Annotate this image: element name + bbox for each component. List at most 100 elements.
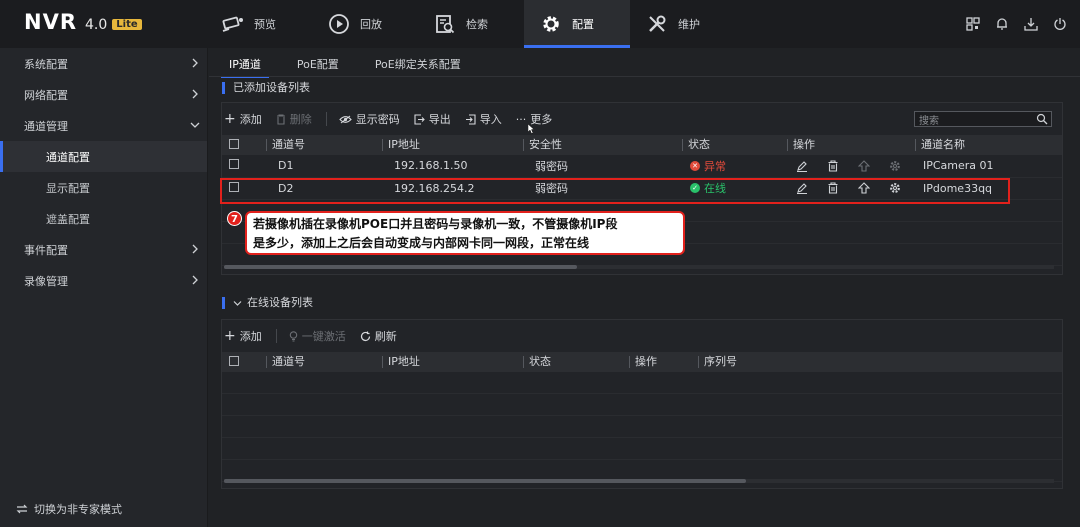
sidebar-item-network[interactable]: 网络配置: [0, 79, 207, 110]
sidebar-item-label: 录像管理: [24, 274, 68, 288]
qr-code-icon[interactable]: [964, 15, 981, 32]
sidebar-item-label: 通道管理: [24, 119, 68, 133]
chevron-right-icon: [192, 89, 198, 99]
sidebar-subitem-mask-config[interactable]: 遮盖配置: [0, 203, 207, 234]
add-button[interactable]: + 添加: [224, 328, 262, 344]
empty-row: [222, 372, 1062, 394]
table-row[interactable]: D1 192.168.1.50 弱密码 ✕ 异常 IPCamera 01: [222, 155, 1062, 178]
sidebar-item-event[interactable]: 事件配置: [0, 234, 207, 265]
cell-security: 弱密码: [523, 155, 682, 178]
callout-line: 是多少，添加上之后会自动变成与内部网卡同一网段，正常在线: [253, 236, 590, 250]
search-placeholder: 搜索: [919, 115, 939, 127]
row-checkbox-cell: [222, 155, 266, 178]
cell-operations: [787, 155, 915, 178]
toolbar-divider: [325, 112, 327, 126]
select-all-checkbox[interactable]: [229, 355, 239, 366]
top-right-icons: [964, 15, 1068, 32]
select-all-checkbox[interactable]: [229, 138, 239, 149]
plus-icon: +: [224, 111, 236, 127]
mode-switch-label: 切换为非专家模式: [34, 503, 122, 516]
horizontal-scrollbar[interactable]: [224, 265, 1054, 269]
scrollbar-thumb[interactable]: [224, 479, 746, 483]
scrollbar-thumb[interactable]: [224, 265, 577, 269]
sidebar-item-label: 遮盖配置: [46, 212, 90, 226]
column-header: IP地址: [382, 139, 523, 151]
sidebar-item-system[interactable]: 系统配置: [0, 48, 207, 79]
nav-config[interactable]: 配置: [524, 0, 630, 48]
nav-preview[interactable]: 预览: [206, 0, 312, 48]
tab-ip-channel[interactable]: IP通道: [217, 56, 273, 78]
import-label: 导入: [479, 113, 502, 126]
sidebar-item-label: 通道配置: [46, 150, 90, 164]
table-header-row: 通道号 IP地址 安全性 状态 操作 通道名称: [222, 135, 1062, 155]
online-devices-panel: + 添加 一键激活 刷新 通道号 IP地址 状态 操作 序列号: [221, 319, 1063, 489]
add-button[interactable]: + 添加: [224, 111, 262, 127]
mode-switch-button[interactable]: 切换为非专家模式: [16, 501, 122, 517]
nav-label: 配置: [572, 18, 594, 31]
tab-poe-binding[interactable]: PoE绑定关系配置: [363, 56, 473, 76]
step-number-badge: 7: [227, 211, 242, 226]
section-title-text: 在线设备列表: [247, 296, 313, 309]
tab-poe-config[interactable]: PoE配置: [285, 56, 351, 76]
column-header: 序列号: [698, 356, 1062, 368]
column-header: 通道号: [266, 139, 382, 151]
show-password-button[interactable]: 显示密码: [338, 111, 400, 127]
activate-button[interactable]: 一键激活: [289, 328, 346, 344]
chevron-right-icon: [192, 275, 198, 285]
sidebar-subitem-display-config[interactable]: 显示配置: [0, 172, 207, 203]
top-bar: NVR 4.0 Lite 预览 回放 检索 配置 维护: [0, 0, 1080, 48]
column-header: IP地址: [382, 356, 523, 368]
highlight-box: [220, 178, 1010, 204]
activate-label: 一键激活: [301, 330, 346, 343]
online-devices-title[interactable]: 在线设备列表: [222, 297, 313, 309]
export-button[interactable]: 导出: [414, 111, 451, 127]
power-icon[interactable]: [1051, 15, 1068, 32]
download-icon[interactable]: [1022, 15, 1039, 32]
header-ip: IP地址: [382, 352, 523, 372]
settings-icon: [888, 159, 902, 173]
nav-playback[interactable]: 回放: [312, 0, 418, 48]
horizontal-scrollbar[interactable]: [224, 479, 1054, 483]
sidebar-item-channel[interactable]: 通道管理: [0, 110, 207, 141]
plus-icon: +: [224, 328, 236, 344]
error-icon: ✕: [690, 160, 700, 171]
mouse-cursor-icon: [528, 124, 535, 134]
header-ip: IP地址: [382, 135, 523, 155]
header-channel: 通道号: [266, 352, 382, 372]
callout-line: 若摄像机插在录像机POE口并且密码与录像机一致，不管摄像机IP段: [253, 217, 618, 231]
online-toolbar: + 添加 一键激活 刷新: [222, 320, 1062, 352]
nav-label: 维护: [678, 18, 700, 31]
brand-name: NVR: [24, 10, 77, 34]
sidebar-subitem-channel-config[interactable]: 通道配置: [0, 141, 207, 172]
column-header: 操作: [629, 356, 698, 368]
refresh-icon: [360, 331, 370, 341]
nav-search[interactable]: 检索: [418, 0, 524, 48]
search-input[interactable]: 搜索: [914, 111, 1052, 127]
add-label: 添加: [239, 330, 262, 343]
import-button[interactable]: 导入: [465, 111, 502, 127]
empty-row: [222, 438, 1062, 460]
refresh-button[interactable]: 刷新: [360, 328, 397, 344]
refresh-label: 刷新: [374, 330, 397, 343]
sidebar-item-record[interactable]: 录像管理: [0, 265, 207, 296]
column-header: 安全性: [523, 139, 682, 151]
export-label: 导出: [428, 113, 451, 126]
chevron-right-icon: [192, 58, 198, 68]
main-nav: 预览 回放 检索 配置 维护: [206, 0, 736, 48]
table-header-row: 通道号 IP地址 状态 操作 序列号: [222, 352, 1062, 372]
tabs-divider: [209, 76, 1080, 77]
bell-icon[interactable]: [993, 15, 1010, 32]
column-header: 通道名称: [915, 139, 1062, 151]
delete-button[interactable]: 删除: [276, 111, 312, 127]
sidebar-item-label: 事件配置: [24, 243, 68, 257]
trash-icon[interactable]: [826, 159, 840, 173]
status-text: 异常: [704, 159, 726, 173]
chevron-right-icon: [192, 244, 198, 254]
swap-icon: [16, 504, 28, 514]
nav-maintenance[interactable]: 维护: [630, 0, 736, 48]
gear-icon: [538, 11, 564, 37]
edit-icon[interactable]: [795, 159, 809, 173]
row-checkbox[interactable]: [229, 159, 239, 170]
sidebar-item-label: 系统配置: [24, 57, 68, 71]
sidebar-item-label: 显示配置: [46, 181, 90, 195]
